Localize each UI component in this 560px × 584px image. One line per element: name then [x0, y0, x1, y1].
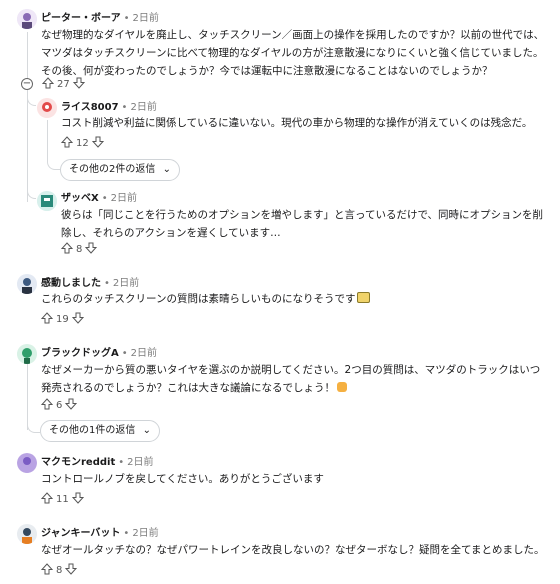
comment-meta: ピーター・ボーア • 2日前	[41, 13, 159, 24]
vote-count: 11	[56, 493, 69, 505]
timestamp[interactable]: 2日前	[131, 348, 157, 359]
comment-text: なぜオールタッチなの？なぜパワートレインを改良しないの？なぜターボなし？疑問を全…	[41, 544, 545, 556]
more-replies-button[interactable]: その他の2件の返信 ⌄	[60, 159, 180, 181]
thread-line-reply	[47, 120, 48, 160]
author-name[interactable]: マクモンreddit	[41, 457, 115, 468]
author-name[interactable]: 感動しました	[41, 278, 101, 289]
vote-count: 27	[57, 78, 70, 90]
vote-controls: 27	[41, 76, 85, 92]
vote-count: 8	[56, 564, 63, 576]
comment-text: コスト削減や利益に関係しているに違いない。現代の車から物理的な操作が消えていくの…	[61, 117, 533, 129]
downvote-icon[interactable]	[71, 492, 84, 507]
author-name[interactable]: ブラックドッグA	[41, 348, 119, 359]
more-replies-label: その他の1件の返信	[49, 425, 136, 436]
vote-controls: 6	[40, 397, 78, 413]
more-replies-label: その他の2件の返信	[69, 164, 156, 175]
avatar[interactable]	[37, 191, 57, 211]
upvote-icon[interactable]	[60, 241, 74, 257]
avatar[interactable]	[17, 9, 37, 29]
vote-count: 8	[76, 243, 83, 255]
comment-meta: マクモンreddit • 2日前	[41, 457, 154, 468]
comment-text: コントロールノブを戻してください。ありがとうございます	[41, 473, 324, 485]
more-replies-button[interactable]: その他の1件の返信 ⌄	[40, 420, 160, 442]
comment-text-content: なぜメーカーから質の悪いタイヤを選ぶのか説明してください。2つ目の質問は、マツダ…	[41, 364, 541, 394]
thread-branch	[27, 180, 36, 199]
comment-meta: ブラックドッグA • 2日前	[41, 348, 158, 359]
vote-controls: 11	[40, 491, 84, 507]
avatar[interactable]	[37, 98, 57, 118]
comment-text: これらのタッチスクリーンの質問は素晴らしいものになりそうです	[41, 290, 546, 308]
chevron-down-icon: ⌄	[142, 425, 151, 436]
timestamp[interactable]: 2日前	[127, 457, 153, 468]
vote-controls: 8	[40, 562, 78, 578]
comment-text: 彼らは「同じことを行うためのオプションを増やします」と言っているだけで、同時にオ…	[61, 209, 544, 239]
timestamp[interactable]: 2日前	[132, 528, 158, 539]
downvote-icon[interactable]	[65, 398, 78, 413]
comment-text-content: これらのタッチスクリーンの質問は素晴らしいものになりそうです	[41, 293, 356, 305]
author-name[interactable]: ジャンキーバット	[41, 528, 120, 539]
thread-branch	[27, 95, 36, 106]
comment-text: なぜ物理的なダイヤルを廃止し、タッチスクリーン／画面上の操作を採用したのですか？…	[41, 29, 545, 77]
author-name[interactable]: ライス8007	[61, 102, 119, 113]
chevron-down-icon: ⌄	[162, 164, 171, 175]
downvote-icon[interactable]	[85, 242, 98, 257]
thread-branch	[47, 155, 60, 170]
downvote-icon[interactable]	[72, 77, 85, 92]
vote-controls: 12	[60, 135, 104, 151]
upvote-icon[interactable]	[40, 562, 54, 578]
downvote-icon[interactable]	[65, 563, 78, 578]
downvote-icon[interactable]	[71, 312, 84, 327]
upvote-icon[interactable]	[41, 76, 55, 92]
emoji-icon	[357, 292, 371, 303]
upvote-icon[interactable]	[40, 397, 54, 413]
comment-meta: 感動しました • 2日前	[41, 278, 140, 289]
vote-count: 12	[76, 137, 89, 149]
comment-meta: ザッベX • 2日前	[61, 193, 137, 204]
comment-meta: ジャンキーバット • 2日前	[41, 528, 159, 539]
upvote-icon[interactable]	[40, 311, 54, 327]
upvote-icon[interactable]	[40, 491, 54, 507]
avatar[interactable]	[17, 344, 37, 364]
avatar[interactable]	[17, 453, 37, 473]
thread-line-main	[27, 32, 28, 202]
author-name[interactable]: ザッベX	[61, 193, 99, 204]
comment-meta: ライス8007 • 2日前	[61, 102, 157, 113]
upvote-icon[interactable]	[60, 135, 74, 151]
timestamp[interactable]: 2日前	[133, 13, 159, 24]
timestamp[interactable]: 2日前	[113, 278, 139, 289]
thread-branch	[27, 420, 40, 433]
emoji-icon	[337, 382, 347, 392]
timestamp[interactable]: 2日前	[111, 193, 137, 204]
author-name[interactable]: ピーター・ボーア	[41, 13, 121, 24]
avatar[interactable]	[17, 274, 37, 294]
vote-controls: 8	[60, 241, 98, 257]
collapse-icon[interactable]: −	[21, 78, 33, 90]
comment-text: なぜメーカーから質の悪いタイヤを選ぶのか説明してください。2つ目の質問は、マツダ…	[41, 361, 546, 397]
vote-controls: 19	[40, 311, 84, 327]
timestamp[interactable]: 2日前	[130, 102, 156, 113]
vote-count: 6	[56, 399, 63, 411]
vote-count: 19	[56, 313, 69, 325]
downvote-icon[interactable]	[91, 136, 104, 151]
avatar[interactable]	[17, 524, 37, 544]
